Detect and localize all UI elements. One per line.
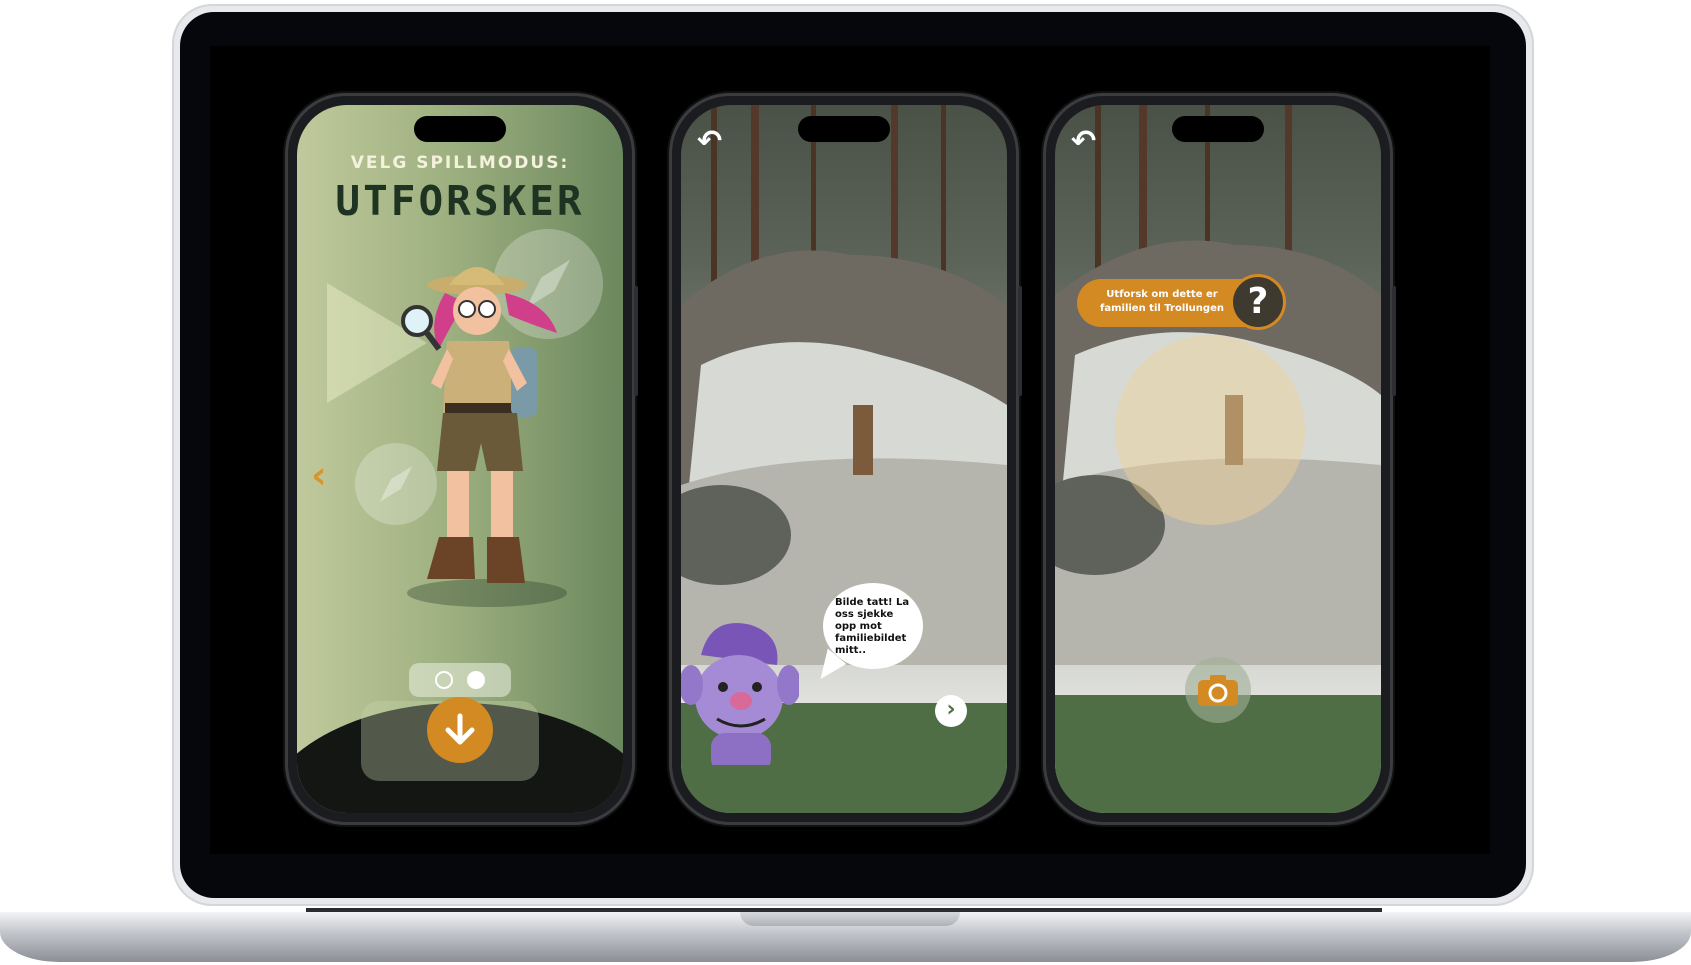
laptop-notch bbox=[740, 912, 960, 926]
previous-mode-button[interactable]: ‹ bbox=[311, 453, 327, 497]
dynamic-island bbox=[798, 116, 890, 142]
pagination-dot-2-active[interactable] bbox=[467, 671, 485, 689]
phone-side-button bbox=[1018, 286, 1022, 396]
explorer-character bbox=[401, 267, 567, 607]
phone-mode-select: VELG SPILLMODUS: UTFORSKER ‹ bbox=[288, 96, 638, 822]
photo-taken-screen: ↶ Bilde tatt! La oss sjekke opp mot fami… bbox=[681, 105, 1007, 813]
pagination-dots bbox=[409, 663, 511, 697]
mode-select-screen: VELG SPILLMODUS: UTFORSKER ‹ bbox=[297, 105, 623, 813]
arrow-down-icon bbox=[445, 713, 475, 745]
select-mode-button[interactable] bbox=[427, 697, 493, 763]
back-button[interactable]: ↶ bbox=[697, 125, 731, 159]
mode-select-preheading: VELG SPILLMODUS: bbox=[350, 153, 570, 173]
shutter-button[interactable] bbox=[1185, 657, 1251, 723]
phone-photo-taken: ↶ Bilde tatt! La oss sjekke opp mot fami… bbox=[672, 96, 1022, 822]
speech-bubble: Bilde tatt! La oss sjekke opp mot famili… bbox=[823, 583, 923, 669]
target-spotlight bbox=[1115, 335, 1305, 525]
next-button[interactable]: › bbox=[935, 695, 967, 727]
phone-side-button bbox=[634, 286, 638, 396]
question-icon[interactable]: ? bbox=[1233, 277, 1283, 327]
troll-character bbox=[681, 623, 799, 765]
mode-title: UTFORSKER bbox=[335, 177, 585, 225]
camera-screen: ↶ Utforsk om dette er familien til Troll… bbox=[1055, 105, 1381, 813]
dynamic-island bbox=[1172, 116, 1264, 142]
phone-camera: ↶ Utforsk om dette er familien til Troll… bbox=[1046, 96, 1396, 822]
camera-icon bbox=[1198, 675, 1238, 706]
back-button[interactable]: ↶ bbox=[1071, 125, 1105, 159]
pagination-dot-1[interactable] bbox=[435, 671, 453, 689]
phone-side-button bbox=[1392, 286, 1396, 396]
dynamic-island bbox=[414, 116, 506, 142]
